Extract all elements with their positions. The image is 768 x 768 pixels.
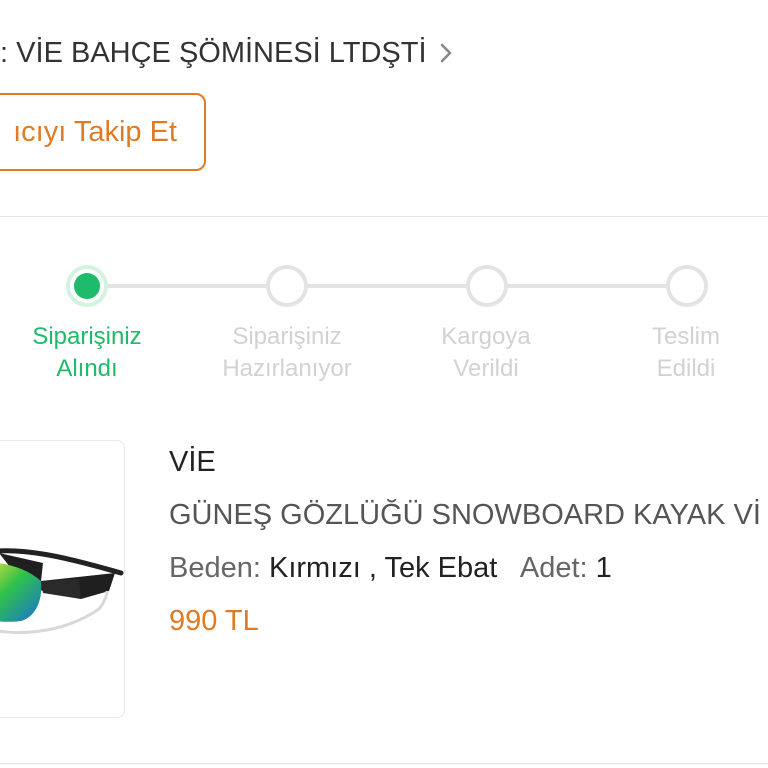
step-label-shipped: Kargoya Verildi (391, 321, 581, 385)
step-label-delivered: Teslim Edildi (591, 321, 768, 385)
quantity-value: 1 (595, 552, 612, 584)
product-price: 990 TL (169, 605, 259, 637)
step-connector (307, 284, 467, 288)
product-image[interactable] (0, 440, 125, 718)
follow-seller-button[interactable]: ıcıyı Takip Et (0, 93, 206, 171)
step-label-line: Siparişiniz (232, 323, 342, 350)
sunglasses-image (0, 548, 124, 635)
seller-name: ı: VİE BAHÇE ŞÖMİNESİ LTDŞTİ (0, 36, 427, 69)
follow-seller-label: ıcıyı Takip Et (13, 115, 177, 148)
divider (0, 216, 768, 217)
step-label-line: Edildi (656, 355, 716, 382)
step-label-received: Siparişiniz Alındı (0, 321, 182, 385)
step-label-line: Teslim (651, 323, 720, 350)
product-brand: VİE (169, 446, 216, 478)
step-label-line: Hazırlanıyor (222, 355, 352, 382)
variant-label: Beden: (169, 552, 261, 584)
step-indicator-preparing (266, 265, 308, 307)
quantity-label: Adet: (519, 552, 588, 584)
seller-link[interactable]: ı: VİE BAHÇE ŞÖMİNESİ LTDŞTİ (0, 28, 453, 78)
step-indicator-delivered (666, 265, 708, 307)
step-indicator-shipped (466, 265, 508, 307)
product-variant: Beden: Kırmızı , Tek Ebat Adet: 1 (169, 552, 612, 585)
step-label-line: Kargoya (441, 323, 531, 350)
product-title[interactable]: GÜNEŞ GÖZLÜĞÜ SNOWBOARD KAYAK Vİ (169, 499, 761, 532)
chevron-right-icon (439, 42, 453, 64)
variant-value: Kırmızı , Tek Ebat (268, 552, 498, 584)
step-connector (107, 284, 267, 288)
step-label-preparing: Siparişiniz Hazırlanıyor (192, 321, 382, 385)
step-connector (507, 284, 667, 288)
step-label-line: Alındı (56, 355, 118, 382)
step-indicator-received (66, 265, 108, 307)
step-label-line: Siparişiniz (32, 323, 142, 350)
divider (0, 763, 768, 764)
step-label-line: Verildi (453, 355, 519, 382)
order-status-stepper: Siparişiniz Alındı Siparişiniz Hazırlanı… (0, 255, 768, 395)
